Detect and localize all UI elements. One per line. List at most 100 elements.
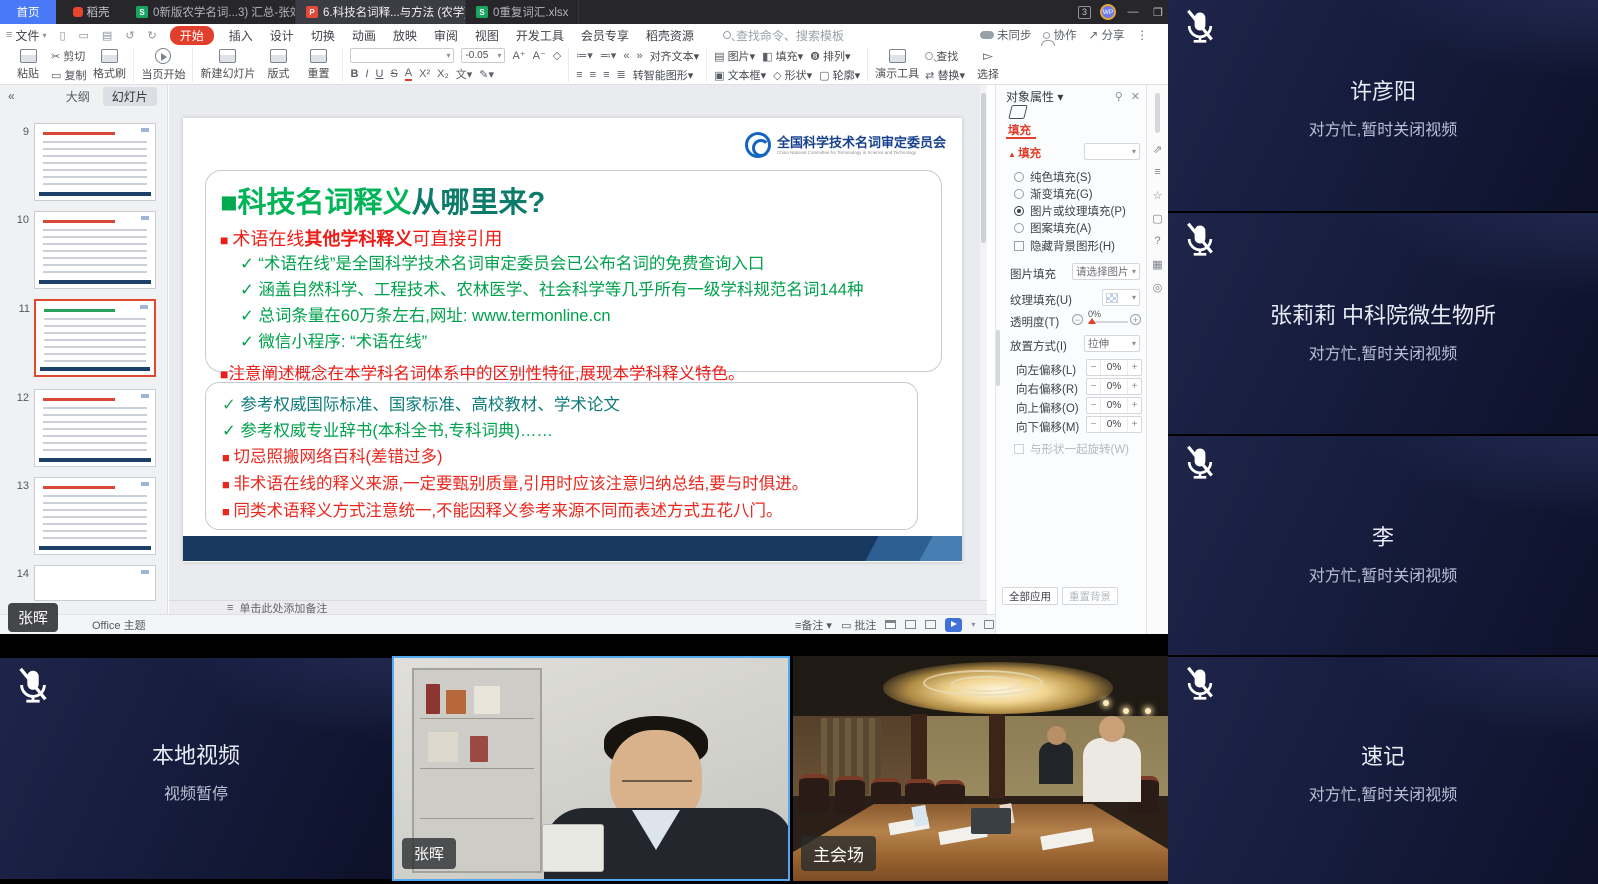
- slide-thumbnail-10[interactable]: 10: [34, 211, 156, 289]
- offset-right-stepper[interactable]: −0%+: [1086, 378, 1142, 395]
- save-icon[interactable]: ▯: [59, 29, 65, 42]
- slide-thumbnail-13[interactable]: 13: [34, 477, 156, 555]
- slide-thumbnail-14[interactable]: 14: [34, 565, 156, 601]
- quick-share-icon[interactable]: ⇗: [1147, 143, 1168, 156]
- placement-combo[interactable]: 拉伸▾: [1084, 335, 1140, 352]
- format-painter-button[interactable]: 格式刷: [92, 49, 126, 81]
- menu-item-slideshow[interactable]: 放映: [391, 26, 419, 45]
- justify-icon[interactable]: ≣: [617, 68, 626, 81]
- reset-background-button[interactable]: 重置背景: [1062, 587, 1118, 605]
- select-button[interactable]: ▻选择: [971, 48, 1005, 82]
- tab-slides[interactable]: 幻灯片: [103, 87, 157, 106]
- shape-button[interactable]: ◇ 形状▾: [773, 67, 812, 83]
- quick-effects-icon[interactable]: ☆: [1147, 189, 1168, 202]
- local-video-tile[interactable]: 本地视频 视频暂停: [0, 658, 392, 879]
- cut-button[interactable]: ✂ 剪切: [51, 48, 86, 64]
- sorter-view-icon[interactable]: [905, 620, 916, 629]
- comments-toggle[interactable]: ▭ 批注: [841, 617, 876, 633]
- menu-item-review[interactable]: 审阅: [432, 26, 460, 45]
- collapse-panel-button[interactable]: «: [8, 89, 15, 103]
- share-button[interactable]: ↗ 分享: [1089, 27, 1125, 43]
- quick-pages-icon[interactable]: ▢: [1147, 212, 1168, 225]
- superscript-button[interactable]: X²: [419, 68, 430, 80]
- copy-button[interactable]: ▭ 复制: [51, 67, 86, 83]
- reset-button[interactable]: 重置: [301, 49, 335, 81]
- notes-bar[interactable]: ≡ 单击此处添加备注: [169, 600, 987, 614]
- reading-view-icon[interactable]: [925, 620, 936, 629]
- collab-button[interactable]: 协作: [1043, 27, 1076, 43]
- menu-item-transition[interactable]: 切换: [309, 26, 337, 45]
- bullet-list-icon[interactable]: ≔▾: [576, 49, 593, 62]
- account-avatar[interactable]: WP: [1100, 4, 1116, 20]
- quick-settings-icon[interactable]: ≡: [1147, 166, 1168, 178]
- apply-all-button[interactable]: 全部应用: [1002, 587, 1058, 605]
- fill-button[interactable]: ◧ 填充▾: [762, 48, 803, 64]
- participant-tile-1[interactable]: 许彦阳 对方忙,暂时关闭视频: [1168, 0, 1598, 211]
- align-left-icon[interactable]: ≡: [576, 69, 582, 81]
- quick-help-icon[interactable]: ?: [1147, 235, 1168, 247]
- undo-icon[interactable]: ↺: [125, 29, 134, 42]
- phonetic-button[interactable]: 文▾: [456, 66, 473, 82]
- decrease-indent-icon[interactable]: «: [623, 50, 629, 62]
- menu-item-devtools[interactable]: 开发工具: [514, 26, 566, 45]
- menu-item-animation[interactable]: 动画: [350, 26, 378, 45]
- menu-item-insert[interactable]: 插入: [227, 26, 255, 45]
- slide-11-content[interactable]: 全国科学技术名词审定委员会 China National Committee f…: [183, 118, 962, 562]
- menu-item-member[interactable]: 会员专享: [579, 26, 631, 45]
- fill-preset-combo[interactable]: ▾: [1084, 143, 1140, 160]
- slide-thumbnail-11-selected[interactable]: 11: [34, 299, 156, 377]
- participant-tile-2[interactable]: 张莉莉 中科院微生物所 对方忙,暂时关闭视频: [1168, 213, 1598, 434]
- fit-slide-icon[interactable]: [984, 620, 994, 629]
- radio-pattern-fill[interactable]: 图案填充(A): [1014, 220, 1091, 236]
- align-center-icon[interactable]: ≡: [590, 69, 596, 81]
- find-button[interactable]: 查找: [925, 48, 965, 64]
- italic-button[interactable]: I: [365, 68, 368, 80]
- radio-solid-fill[interactable]: 纯色填充(S): [1014, 169, 1091, 185]
- meeting-room-video-tile[interactable]: 主会场: [793, 656, 1168, 881]
- picture-button[interactable]: ▤ 图片▾: [714, 48, 755, 64]
- redo-icon[interactable]: ↻: [148, 29, 157, 42]
- play-options-caret[interactable]: ▾: [971, 620, 975, 629]
- restore-button[interactable]: ❐: [1150, 6, 1166, 19]
- align-text-button[interactable]: 对齐文本▾: [650, 48, 700, 64]
- print-icon[interactable]: ▭: [79, 29, 89, 42]
- command-search[interactable]: 查找命令、搜索模板: [723, 27, 844, 44]
- arrange-button[interactable]: ❽ 排列▾: [810, 48, 850, 64]
- offset-down-stepper[interactable]: −0%+: [1086, 416, 1142, 433]
- decrease-font-icon[interactable]: A⁻: [533, 49, 546, 62]
- font-family-combo[interactable]: ▾: [350, 48, 454, 63]
- paste-button[interactable]: 粘贴: [11, 49, 45, 81]
- more-menu-icon[interactable]: ⋮: [1137, 28, 1149, 42]
- file-menu[interactable]: ≡文件▾: [6, 27, 46, 44]
- radio-gradient-fill[interactable]: 渐变填充(G): [1014, 186, 1093, 202]
- radio-picture-fill[interactable]: 图片或纹理填充(P): [1014, 203, 1126, 219]
- font-color-button[interactable]: A: [405, 67, 412, 81]
- underline-button[interactable]: U: [375, 68, 383, 80]
- layout-button[interactable]: 版式: [261, 49, 295, 81]
- outline-button[interactable]: ▢ 轮廓▾: [819, 67, 860, 83]
- menu-item-home[interactable]: 开始: [170, 26, 214, 45]
- canvas-scrollbar[interactable]: [980, 85, 987, 600]
- transparency-plus-icon[interactable]: +: [1130, 314, 1141, 325]
- tab-docer[interactable]: 稻壳: [56, 0, 126, 24]
- slideshow-play-button[interactable]: [945, 618, 962, 632]
- notes-toggle[interactable]: ≡备注 ▾: [795, 617, 832, 633]
- fill-section-header[interactable]: 填充: [1008, 145, 1041, 161]
- preview-icon[interactable]: ▤: [102, 29, 112, 42]
- participant-tile-3[interactable]: 李 对方忙,暂时关闭视频: [1168, 436, 1598, 655]
- text-box-button[interactable]: ▣ 文本框▾: [714, 67, 766, 83]
- minimize-button[interactable]: —: [1125, 6, 1141, 18]
- start-from-page-button[interactable]: 当页开始: [141, 48, 185, 82]
- doc-tab-spreadsheet-1[interactable]: S 0新版农学名词...3) 汇总-张效: [126, 0, 296, 24]
- transparency-slider-thumb[interactable]: [1088, 318, 1096, 324]
- menu-item-design[interactable]: 设计: [268, 26, 296, 45]
- panel-scrollbar[interactable]: [996, 330, 1000, 386]
- window-count-badge[interactable]: 3: [1078, 6, 1091, 19]
- normal-view-icon[interactable]: [885, 620, 896, 629]
- present-tools-button[interactable]: 演示工具: [875, 49, 919, 81]
- new-slide-button[interactable]: 新建幻灯片: [200, 49, 255, 81]
- hide-background-checkbox[interactable]: 隐藏背景图形(H): [1014, 238, 1115, 254]
- menu-item-docer-res[interactable]: 稻壳资源: [644, 26, 696, 45]
- quick-stamp-icon[interactable]: ◎: [1147, 281, 1168, 294]
- font-size-combo[interactable]: -0.05▾: [461, 48, 505, 63]
